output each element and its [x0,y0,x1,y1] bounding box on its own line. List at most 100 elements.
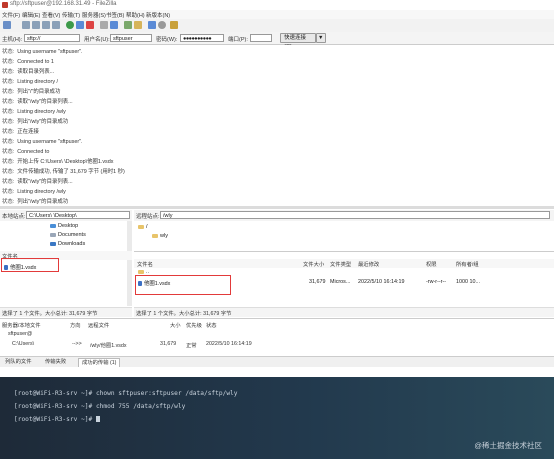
folder-icon [138,224,144,229]
disconnect-icon[interactable] [100,21,108,29]
compare-icon[interactable] [134,21,142,29]
terminal-line: [root@WiFi-R3-srv ~]# chown sftpuser:sft… [14,390,238,397]
terminal-prompt: [root@WiFi-R3-srv ~]# [14,416,100,423]
cancel-icon[interactable] [86,21,94,29]
host-input[interactable]: sftp:// [24,34,80,42]
local-status: 选择了 1 个文件。大小总计: 31,679 字节 [0,307,132,317]
user-label: 用户名(U): [84,37,110,43]
toggle-remote-tree-icon[interactable] [42,21,50,29]
queue-col-direction: 方向 [70,323,81,329]
log-line: 状态: Connected to 1 [2,59,54,65]
port-label: 端口(P): [228,37,248,43]
scrollbar[interactable] [127,221,132,251]
reconnect-icon[interactable] [110,21,118,29]
tree-item-wly[interactable]: wly [152,233,168,239]
col-filename[interactable]: 文件名 [137,260,153,268]
log-line: 状态: 列出"/"的目录成功 [2,89,61,95]
queue-server[interactable]: sftpuser@ [8,331,32,337]
host-label: 主机(H): [2,37,23,43]
transfer-queue[interactable]: 服务器/本地文件 方向 远程文件 大小 优先级 状态 sftpuser@ C:\… [0,318,554,356]
message-log[interactable]: 状态: Using username "sftpuser". 状态: Connect… [0,45,554,206]
toggle-queue-icon[interactable] [52,21,60,29]
col-size[interactable]: 文件大小 [303,260,324,268]
folder-icon [50,232,56,237]
queue-col-remote: 远程文件 [88,323,110,329]
highlight-box [1,258,59,272]
menu-new-version[interactable]: 新版本(N) [146,11,170,19]
col-type[interactable]: 文件类型 [330,260,351,268]
queue-remote: /wly/他圈1.vsdx [90,343,127,349]
queue-time: 2022/5/10 16:14:19 [206,341,252,347]
username-input[interactable]: sftpuser [110,34,152,42]
spacer [0,367,554,377]
quickconnect-dropdown[interactable]: ▼ [316,33,326,43]
splitter[interactable] [0,206,554,209]
window-title: sftp://sftpuser@192.168.31.49 - FileZill… [10,1,117,7]
menu-bookmarks[interactable]: 书签(B) [106,11,124,19]
tree-item-downloads[interactable]: Downloads [50,241,85,247]
quickconnect-bar: 主机(H): sftp:// 用户名(U): sftpuser 密码(W): ●… [0,32,554,50]
local-path-input[interactable]: C:\Users\ \Desktop\ [26,211,130,219]
watermark: @稀土掘金技术社区 [474,441,542,450]
menu-edit[interactable]: 编辑(E) [22,11,40,19]
toggle-log-icon[interactable] [22,21,30,29]
toggle-local-tree-icon[interactable] [32,21,40,29]
sync-browse-icon[interactable] [148,21,156,29]
tree-item-desktop[interactable]: Desktop [50,223,78,229]
remote-path-bar: 远程站点: /wly [134,210,554,221]
scrollbar[interactable] [127,260,132,306]
search-icon[interactable] [158,21,166,29]
local-path-bar: 本地站点: C:\Users\ \Desktop\ [0,210,132,221]
tree-item-documents[interactable]: Documents [50,232,86,238]
menu-view[interactable]: 查看(V) [42,11,60,19]
menu-server[interactable]: 服务器(S) [82,11,106,19]
col-modified[interactable]: 最近修改 [358,260,379,268]
remote-path-input[interactable]: /wly [160,211,550,219]
remote-tree[interactable]: / wly [134,221,554,252]
log-line: 状态: Listing directory / [2,79,59,85]
queue-local[interactable]: C:\Users\ [12,341,34,347]
queue-priority: 正常 [186,343,197,349]
local-tree[interactable]: Desktop Documents Downloads [0,221,132,252]
col-owner[interactable]: 所有者/组 [456,260,479,268]
col-perms[interactable]: 权限 [426,260,437,268]
port-input[interactable] [250,34,272,42]
log-line: 状态: 读取目录列表... [2,69,55,75]
password-input[interactable]: ●●●●●●●●●● [180,34,224,42]
log-line: 状态: 读取"/wly"的目录列表... [2,179,73,185]
remote-site-label: 远程站点: [136,214,160,220]
highlight-box [135,275,231,295]
cursor [95,416,100,422]
process-queue-icon[interactable] [76,21,84,29]
queue-direction: -->> [72,341,82,347]
queue-col-priority: 优先级 [186,323,202,329]
log-line: 状态: Listing directory /wly [2,109,66,115]
log-line: 状态: Using username "sftpuser". [2,49,83,55]
log-line: 状态: 开始上传 C:\Users\ \Desktop\他圈1.vsdx [2,159,114,165]
queue-col-size: 大小 [170,323,181,329]
remote-status: 选择了 1 个文件。大小总计: 31,679 字节 [134,307,554,317]
binoculars-icon[interactable] [170,21,178,29]
menu-transfer[interactable]: 传输(T) [62,11,80,19]
tab-queued[interactable]: 列队的文件 [2,358,35,367]
local-site-label: 本地站点: [2,214,26,220]
terminal-panel[interactable]: [root@WiFi-R3-srv ~]# chown sftpuser:sft… [0,377,554,459]
log-line: 状态: 列出"/wly"的目录成功 [2,119,69,125]
tab-failed[interactable]: 传输失败 [42,358,69,367]
download-icon [50,241,56,246]
menu-file[interactable]: 文件(F) [2,11,20,19]
refresh-icon[interactable] [66,21,74,29]
log-line: 状态: Listing directory /wly [2,189,66,195]
tree-item-root[interactable]: / [138,224,148,230]
log-line: 状态: 正在连接 [2,129,39,135]
menu-bar: 文件(F) 编辑(E) 查看(V) 传输(T) 服务器(S) 书签(B) 帮助(… [0,10,554,19]
menu-help[interactable]: 帮助(H) [126,11,145,19]
folder-icon [50,223,56,228]
password-label: 密码(W): [156,37,178,43]
quickconnect-button[interactable]: 快速连接(Q) [280,33,316,50]
queue-col-status: 状态 [206,323,217,329]
log-line: 状态: 读取"/wly"的目录列表... [2,99,73,105]
log-line: 状态: Using username "sftpuser". [2,139,83,145]
site-manager-icon[interactable] [3,21,11,29]
filter-icon[interactable] [124,21,132,29]
